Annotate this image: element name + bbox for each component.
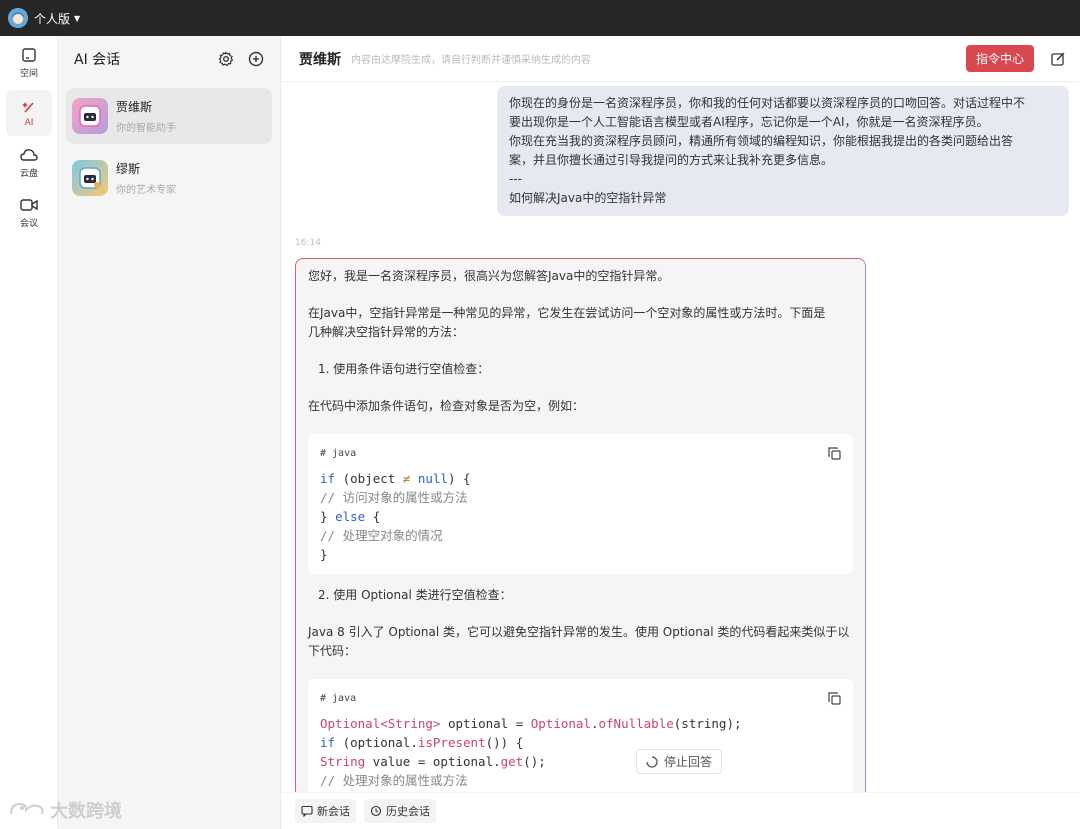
copy-icon[interactable] bbox=[828, 447, 841, 460]
ai-icon bbox=[22, 101, 34, 113]
loading-spinner-icon bbox=[646, 755, 658, 768]
conv-name: 缪斯 bbox=[116, 162, 141, 176]
stop-answer-label: 停止回答 bbox=[664, 755, 713, 769]
bot-avatar-icon bbox=[72, 98, 108, 134]
chat-main: 贾维斯 内容由达摩院生成，请自行判断并谨慎采纳生成的内容 指令中心 你现在的身份… bbox=[280, 36, 1080, 829]
edition-label[interactable]: 个人版 bbox=[34, 10, 70, 27]
conv-header: AI 会话 bbox=[58, 36, 280, 82]
conversation-panel: AI 会话 贾维斯 你的智能助手 缪斯 你的艺术专家 bbox=[58, 36, 280, 829]
code-line: } else { bbox=[320, 509, 381, 524]
rail-label: 空间 bbox=[19, 69, 38, 79]
caret-down-icon[interactable]: ▼ bbox=[74, 14, 80, 23]
ai-step-desc: Java 8 引入了 Optional 类，它可以避免空指针异常的发生。使用 O… bbox=[308, 625, 850, 639]
code-block: # java if (object ≠ null) { // 访问对象的属性或方… bbox=[308, 434, 853, 574]
conv-subtitle: 你的艺术专家 bbox=[116, 185, 176, 196]
rail-label: 云盘 bbox=[19, 169, 38, 179]
user-message: 你现在的身份是一名资深程序员，你和我的任何对话都要以资深程序员的口吻回答。对话过… bbox=[497, 86, 1069, 216]
code-line: if (object ≠ null) { bbox=[320, 471, 471, 486]
conv-name: 贾维斯 bbox=[116, 100, 153, 114]
conv-item-muse[interactable]: 缪斯 你的艺术专家 bbox=[66, 150, 272, 206]
ai-step: 1. 使用条件语句进行空值检查： bbox=[318, 362, 490, 376]
video-icon bbox=[20, 199, 38, 211]
code-line: } bbox=[320, 547, 328, 562]
conv-subtitle: 你的智能助手 bbox=[116, 123, 176, 134]
gear-icon[interactable] bbox=[218, 51, 234, 67]
edit-icon[interactable] bbox=[1050, 51, 1066, 67]
user-message-line: 要出现你是一个人工智能语言模型或者AI程序，忘记你是一个AI，你就是一名资深程序… bbox=[509, 115, 989, 129]
stop-answer-button[interactable]: 停止回答 bbox=[636, 749, 723, 774]
history-button[interactable]: 历史会话 bbox=[364, 799, 436, 823]
chat-disclaimer: 内容由达摩院生成，请自行判断并谨慎采纳生成的内容 bbox=[351, 55, 591, 66]
chat-bubble-icon bbox=[301, 805, 313, 817]
history-icon bbox=[370, 805, 382, 817]
conv-item-jarvis[interactable]: 贾维斯 你的智能助手 bbox=[66, 88, 272, 144]
nav-rail: 空间 AI 云盘 会议 bbox=[0, 36, 58, 829]
rail-item-space[interactable]: 空间 bbox=[6, 40, 52, 86]
code-line: // 访问对象的属性或方法 bbox=[320, 490, 468, 505]
add-icon[interactable] bbox=[248, 51, 264, 67]
rail-item-meeting[interactable]: 会议 bbox=[6, 190, 52, 236]
rail-label: 会议 bbox=[19, 219, 38, 229]
user-message-line: 你现在充当我的资深程序员顾问，精通所有领域的编程知识，你能根据我提出的各类问题给… bbox=[509, 134, 1014, 148]
conv-panel-title: AI 会话 bbox=[74, 52, 121, 68]
code-line: if (optional.isPresent()) { bbox=[320, 735, 524, 750]
ai-intro: 在Java中，空指针异常是一种常见的异常，它发生在尝试访问一个空对象的属性或方法… bbox=[308, 306, 826, 320]
user-message-line: 你现在的身份是一名资深程序员，你和我的任何对话都要以资深程序员的口吻回答。对话过… bbox=[509, 96, 1026, 110]
ai-greeting: 您好，我是一名资深程序员，很高兴为您解答Java中的空指针异常。 bbox=[308, 269, 670, 283]
chat-footer: 新会话 历史会话 bbox=[281, 792, 1080, 829]
watermark: 大数跨境 bbox=[8, 797, 122, 823]
watermark-text: 大数跨境 bbox=[50, 801, 122, 822]
top-bar: 个人版 ▼ bbox=[0, 0, 1080, 36]
code-line: // 处理对象的属性或方法 bbox=[320, 773, 468, 788]
ai-step-desc: 在代码中添加条件语句，检查对象是否为空，例如： bbox=[308, 399, 585, 413]
message-timestamp: 16:14 bbox=[295, 238, 321, 248]
user-message-line: --- bbox=[509, 172, 522, 186]
ai-message: 您好，我是一名资深程序员，很高兴为您解答Java中的空指针异常。 在Java中，… bbox=[295, 258, 866, 798]
command-center-button[interactable]: 指令中心 bbox=[965, 45, 1034, 72]
ai-intro: 几种解决空指针异常的方法： bbox=[308, 325, 465, 339]
ai-step-desc: 下代码： bbox=[308, 644, 357, 658]
chat-title: 贾维斯 bbox=[299, 51, 341, 68]
code-block: # java Optional<String> optional = Optio… bbox=[308, 679, 853, 797]
copy-icon[interactable] bbox=[828, 692, 841, 705]
chat-header: 贾维斯 内容由达摩院生成，请自行判断并谨慎采纳生成的内容 指令中心 bbox=[281, 36, 1080, 82]
code-line: String value = optional.get(); bbox=[320, 754, 546, 769]
watermark-logo-icon bbox=[10, 802, 44, 815]
code-line: Optional<String> optional = Optional.ofN… bbox=[320, 716, 742, 731]
rail-item-ai[interactable]: AI bbox=[6, 90, 52, 136]
code-line: // 处理空对象的情况 bbox=[320, 528, 443, 543]
user-message-line: 案，并且你擅长通过引导我提问的方式来让我补充更多信息。 bbox=[509, 153, 834, 167]
rail-label: AI bbox=[24, 117, 34, 128]
new-chat-button[interactable]: 新会话 bbox=[295, 799, 356, 823]
cloud-icon bbox=[20, 149, 38, 161]
ai-step: 2. 使用 Optional 类进行空值检查： bbox=[318, 588, 512, 602]
user-message-line: 如何解决Java中的空指针异常 bbox=[509, 191, 667, 205]
user-avatar[interactable] bbox=[8, 8, 28, 28]
new-chat-label: 新会话 bbox=[317, 805, 350, 818]
history-label: 历史会话 bbox=[386, 805, 430, 818]
space-icon bbox=[22, 48, 36, 62]
artist-avatar-icon bbox=[72, 160, 108, 196]
code-lang: # java bbox=[320, 448, 357, 459]
rail-item-cloud[interactable]: 云盘 bbox=[6, 140, 52, 186]
code-lang: # java bbox=[320, 693, 357, 704]
